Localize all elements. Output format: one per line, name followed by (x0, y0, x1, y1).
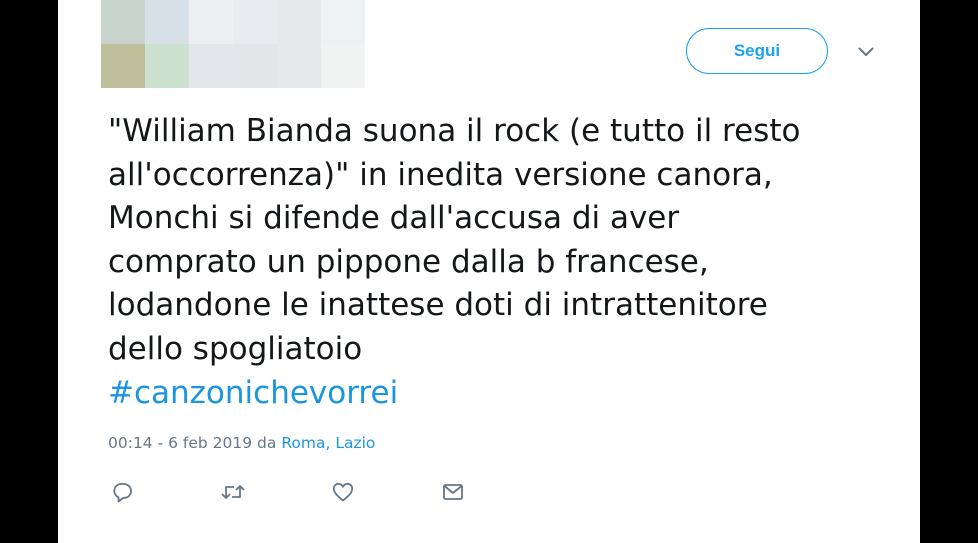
tweet-text-line: all'occorrenza)" in inedita versione can… (108, 156, 773, 193)
retweet-icon[interactable] (219, 478, 247, 506)
tweet-text: "William Bianda suona il rock (e tutto i… (108, 110, 898, 372)
tweet-text-line: dello spogliatoio (108, 330, 363, 367)
location-link[interactable]: Roma, Lazio (281, 434, 375, 452)
tweet-text-line: lodandone le inattese doti di intratteni… (108, 287, 768, 324)
envelope-icon[interactable] (439, 478, 467, 506)
blurred-profile-image[interactable] (101, 0, 365, 88)
reply-icon[interactable] (108, 478, 136, 506)
tweet-card: Segui "William Bianda suona il rock (e t… (58, 0, 920, 543)
tweet-metadata: 00:14 - 6 feb 2019 da Roma, Lazio (108, 434, 375, 452)
tweet-text-line: Monchi si difende dall'accusa di aver (108, 200, 680, 237)
chevron-down-icon[interactable] (854, 42, 878, 62)
tweet-text-line: comprato un pippone dalla b francese, (108, 243, 709, 280)
hashtag-link[interactable]: #canzonichevorrei (108, 372, 398, 416)
timestamp[interactable]: 00:14 - 6 feb 2019 (108, 434, 252, 452)
from-label: da (257, 434, 277, 452)
tweet-text-line: "William Bianda suona il rock (e tutto i… (108, 113, 801, 149)
follow-button[interactable]: Segui (686, 28, 828, 74)
heart-icon[interactable] (329, 478, 357, 506)
